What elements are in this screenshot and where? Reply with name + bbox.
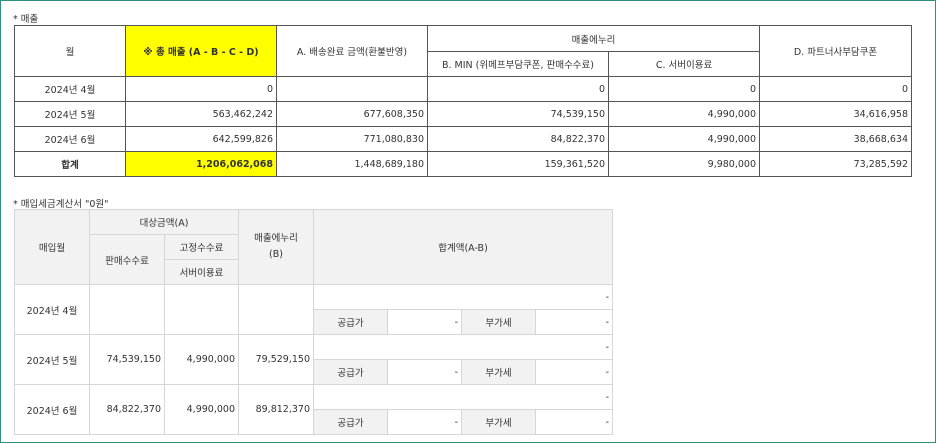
row-delivered [276,76,428,102]
table-row: 2024년 4월 - [14,284,614,335]
row-month: 2024년 4월 [14,76,126,102]
vat-value: - [534,309,614,335]
row-sales-fee: 84,822,370 [89,384,165,435]
table-row: 2024년 6월 642,599,826 771,080,830 84,822,… [14,126,913,152]
header-fixed-fee: 고정수수료 [164,234,239,260]
total-label: 합계 [14,151,126,177]
row-margin [238,284,314,335]
header-total-sales: ※ 총 매출 (A - B - C - D) [125,25,277,77]
vat-value: - [534,359,614,385]
total-partner-coupon: 73,285,592 [759,151,913,177]
row-total: 563,462,242 [125,101,277,127]
header-partner-coupon: D. 파트너사부담쿠폰 [759,25,913,77]
row-total: 642,599,826 [125,126,277,152]
table-row: 2024년 5월 563,462,242 677,608,350 74,539,… [14,101,913,127]
table-row: 2024년 6월 84,822,370 4,990,000 89,812,370… [14,384,614,435]
row-sales-fee [89,284,165,335]
header-delivered-amount: A. 배송완료 금액(환불반영) [276,25,428,77]
supply-price-value: - [387,309,462,335]
row-month: 2024년 6월 [14,126,126,152]
total-min-fee: 159,361,520 [427,151,609,177]
sales-table: 월 ※ 총 매출 (A - B - C - D) A. 배송완료 금액(환불반영… [14,25,913,177]
header-month: 월 [14,25,126,77]
header-server-fee: 서버이용료 [164,259,239,285]
vat-value: - [534,409,614,435]
purchase-invoice-table: 매입월 대상금액(A) 매출에누리 (B) 합계액(A-B) 판매수수료 고정수… [14,209,614,435]
report-frame: * 매출 월 ※ 총 매출 (A - B - C - D) A. 배송완료 금액… [0,0,936,443]
total-delivered: 1,448,689,180 [276,151,428,177]
row-sum: - [312,334,614,360]
row-server-fee: 4,990,000 [607,126,761,152]
row-month: 2024년 6월 [14,384,90,435]
row-month: 2024년 4월 [14,284,90,335]
vat-label: 부가세 [461,359,536,385]
header-target-amount: 대상금액(A) [89,209,239,235]
header-sales-margin: 매출에누리 [426,25,761,52]
table-row: 2024년 5월 74,539,150 4,990,000 79,529,150… [14,334,614,385]
row-server-fee: 4,990,000 [164,334,239,385]
supply-price-label: 공급가 [313,309,388,335]
vat-label: 부가세 [461,409,536,435]
row-server-fee: 4,990,000 [164,384,239,435]
row-margin: 79,529,150 [238,334,314,385]
header-sum-amount: 합계액(A-B) [312,209,614,285]
row-server-fee: 4,990,000 [607,101,761,127]
row-partner-coupon: 34,616,958 [759,101,913,127]
header-purchase-month: 매입월 [14,209,90,285]
header-sales-margin: 매출에누리 (B) [238,209,314,285]
row-server-fee: 0 [607,76,761,102]
row-delivered: 677,608,350 [276,101,428,127]
header-min-fee: B. MIN (위메프부담쿠폰, 판매수수료) [427,51,609,77]
row-total: 0 [125,76,277,102]
row-delivered: 771,080,830 [276,126,428,152]
row-month: 2024년 5월 [14,101,126,127]
supply-price-label: 공급가 [313,409,388,435]
row-server-fee [164,284,239,335]
row-margin: 89,812,370 [238,384,314,435]
row-min-fee: 0 [427,76,609,102]
row-min-fee: 74,539,150 [427,101,609,127]
row-sum: - [312,284,614,310]
purchase-section-title: * 매입세금계산서 "0원" [13,199,109,210]
row-partner-coupon: 38,668,634 [759,126,913,152]
supply-price-label: 공급가 [313,359,388,385]
supply-price-value: - [387,409,462,435]
supply-price-value: - [387,359,462,385]
total-server-fee: 9,980,000 [607,151,761,177]
table-row: 2024년 4월 0 0 0 0 [14,76,913,102]
vat-label: 부가세 [461,309,536,335]
header-sales-fee: 판매수수료 [89,234,165,285]
total-row: 합계 1,206,062,068 1,448,689,180 159,361,5… [14,151,913,177]
row-partner-coupon: 0 [759,76,913,102]
sales-section-title: * 매출 [13,14,39,25]
row-sales-fee: 74,539,150 [89,334,165,385]
row-sum: - [312,384,614,410]
total-sales-sum: 1,206,062,068 [125,151,277,177]
row-month: 2024년 5월 [14,334,90,385]
header-server-fee: C. 서버이용료 [607,51,761,77]
row-min-fee: 84,822,370 [427,126,609,152]
